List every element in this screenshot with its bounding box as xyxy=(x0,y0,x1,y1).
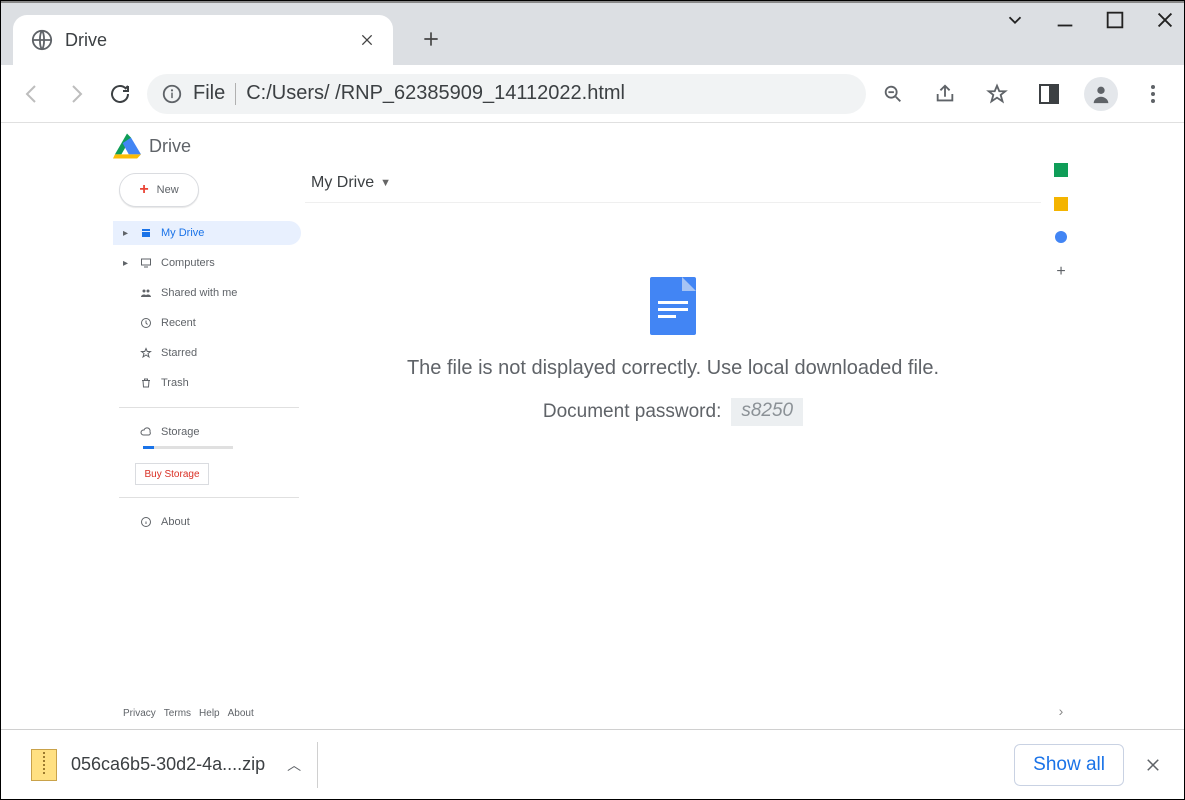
sidebar-item-starred[interactable]: Starred xyxy=(113,341,301,365)
reload-button[interactable] xyxy=(103,77,137,111)
sidebar-item-label: Storage xyxy=(161,426,200,438)
maximize-button[interactable] xyxy=(1104,9,1126,31)
sidebar-item-my-drive[interactable]: ▸ My Drive xyxy=(113,221,301,245)
buy-storage-button[interactable]: Buy Storage xyxy=(135,463,209,485)
new-button-label: New xyxy=(157,184,179,196)
footer-privacy[interactable]: Privacy xyxy=(123,708,156,719)
back-button[interactable] xyxy=(15,77,49,111)
info-icon xyxy=(139,516,153,528)
sidebar-item-shared[interactable]: Shared with me xyxy=(113,281,301,305)
password-row: Document password: s8250 xyxy=(543,398,803,426)
caret-right-icon: ▸ xyxy=(123,228,131,239)
drive-header: Drive xyxy=(113,123,1041,163)
sidebar-item-label: Trash xyxy=(161,377,189,389)
recent-icon xyxy=(139,317,153,329)
download-shelf: 056ca6b5-30d2-4a....zip ︿ Show all xyxy=(1,729,1184,799)
page-viewport: Drive + New ▸ My Drive ▸ xyxy=(1,123,1184,729)
forward-button[interactable] xyxy=(59,77,93,111)
cloud-icon xyxy=(139,426,153,438)
shared-icon xyxy=(139,287,153,299)
google-doc-icon xyxy=(650,277,696,335)
minimize-button[interactable] xyxy=(1054,9,1076,31)
tab-close-icon[interactable] xyxy=(359,32,375,48)
address-bar[interactable]: File C:/Users/ /RNP_62385909_14112022.ht… xyxy=(147,74,866,114)
close-download-shelf-icon[interactable] xyxy=(1144,756,1162,774)
url-separator xyxy=(235,83,236,105)
sidebar-item-label: Starred xyxy=(161,347,197,359)
browser-tab[interactable]: Drive xyxy=(13,15,393,65)
globe-icon xyxy=(31,29,53,51)
password-value: s8250 xyxy=(731,398,803,426)
titlebar: Drive xyxy=(1,1,1184,65)
bookmark-star-icon[interactable] xyxy=(980,77,1014,111)
sheets-icon[interactable] xyxy=(1054,163,1068,177)
sidebar-item-recent[interactable]: Recent xyxy=(113,311,301,335)
site-info-icon[interactable] xyxy=(161,83,183,105)
footer-about[interactable]: About xyxy=(228,708,254,719)
url-scheme: File xyxy=(193,82,225,105)
error-message: The file is not displayed correctly. Use… xyxy=(407,357,939,380)
sidebar-item-label: My Drive xyxy=(161,227,204,239)
collapse-rail-icon[interactable]: › xyxy=(1059,703,1064,719)
tab-title: Drive xyxy=(65,30,347,51)
computers-icon xyxy=(139,257,153,269)
side-panel-icon[interactable] xyxy=(1032,77,1066,111)
drive-footer-links: Privacy Terms Help About xyxy=(113,700,305,729)
footer-help[interactable]: Help xyxy=(199,708,220,719)
zoom-icon[interactable] xyxy=(876,77,910,111)
drive-main: My Drive ▼ The file is not displayed cor… xyxy=(305,163,1041,729)
side-panel-rail: + › xyxy=(1041,123,1081,729)
breadcrumb[interactable]: My Drive ▼ xyxy=(305,163,1041,203)
sidebar-item-storage[interactable]: Storage xyxy=(113,420,305,444)
sidebar-item-trash[interactable]: Trash xyxy=(113,371,301,395)
caret-right-icon: ▸ xyxy=(123,258,131,269)
sidebar-item-label: Recent xyxy=(161,317,196,329)
drive-sidebar: + New ▸ My Drive ▸ Computers xyxy=(113,163,305,729)
sidebar-item-about[interactable]: About xyxy=(113,510,305,534)
keep-icon[interactable] xyxy=(1054,197,1068,211)
new-button[interactable]: + New xyxy=(119,173,199,207)
zip-file-icon xyxy=(31,749,57,781)
window-controls xyxy=(1004,9,1176,31)
my-drive-icon xyxy=(139,227,153,239)
download-item[interactable]: 056ca6b5-30d2-4a....zip ︿ xyxy=(31,742,318,788)
browser-toolbar: File C:/Users/ /RNP_62385909_14112022.ht… xyxy=(1,65,1184,123)
sidebar-item-computers[interactable]: ▸ Computers xyxy=(113,251,301,275)
url-path: C:/Users/ /RNP_62385909_14112022.html xyxy=(246,82,625,105)
add-addon-icon[interactable]: + xyxy=(1056,263,1065,281)
chrome-menu-icon[interactable] xyxy=(1136,77,1170,111)
drive-logo-icon xyxy=(113,133,141,159)
sidebar-item-label: Computers xyxy=(161,257,215,269)
sidebar-item-label: Shared with me xyxy=(161,287,237,299)
drive-brand-label: Drive xyxy=(149,136,191,157)
show-all-downloads-button[interactable]: Show all xyxy=(1014,744,1124,786)
profile-avatar[interactable] xyxy=(1084,77,1118,111)
trash-icon xyxy=(139,377,153,389)
starred-icon xyxy=(139,347,153,359)
download-menu-icon[interactable]: ︿ xyxy=(287,755,301,775)
footer-terms[interactable]: Terms xyxy=(164,708,191,719)
password-label: Document password: xyxy=(543,401,721,423)
window-close-button[interactable] xyxy=(1154,9,1176,31)
new-tab-button[interactable] xyxy=(411,19,451,59)
tab-search-icon[interactable] xyxy=(1004,9,1026,31)
plus-icon: + xyxy=(139,181,148,199)
breadcrumb-label: My Drive xyxy=(311,174,374,192)
download-filename: 056ca6b5-30d2-4a....zip xyxy=(71,754,265,775)
chevron-down-icon: ▼ xyxy=(380,177,391,189)
tasks-icon[interactable] xyxy=(1055,231,1067,243)
storage-progress xyxy=(143,446,233,449)
sidebar-item-label: About xyxy=(161,516,190,528)
share-icon[interactable] xyxy=(928,77,962,111)
